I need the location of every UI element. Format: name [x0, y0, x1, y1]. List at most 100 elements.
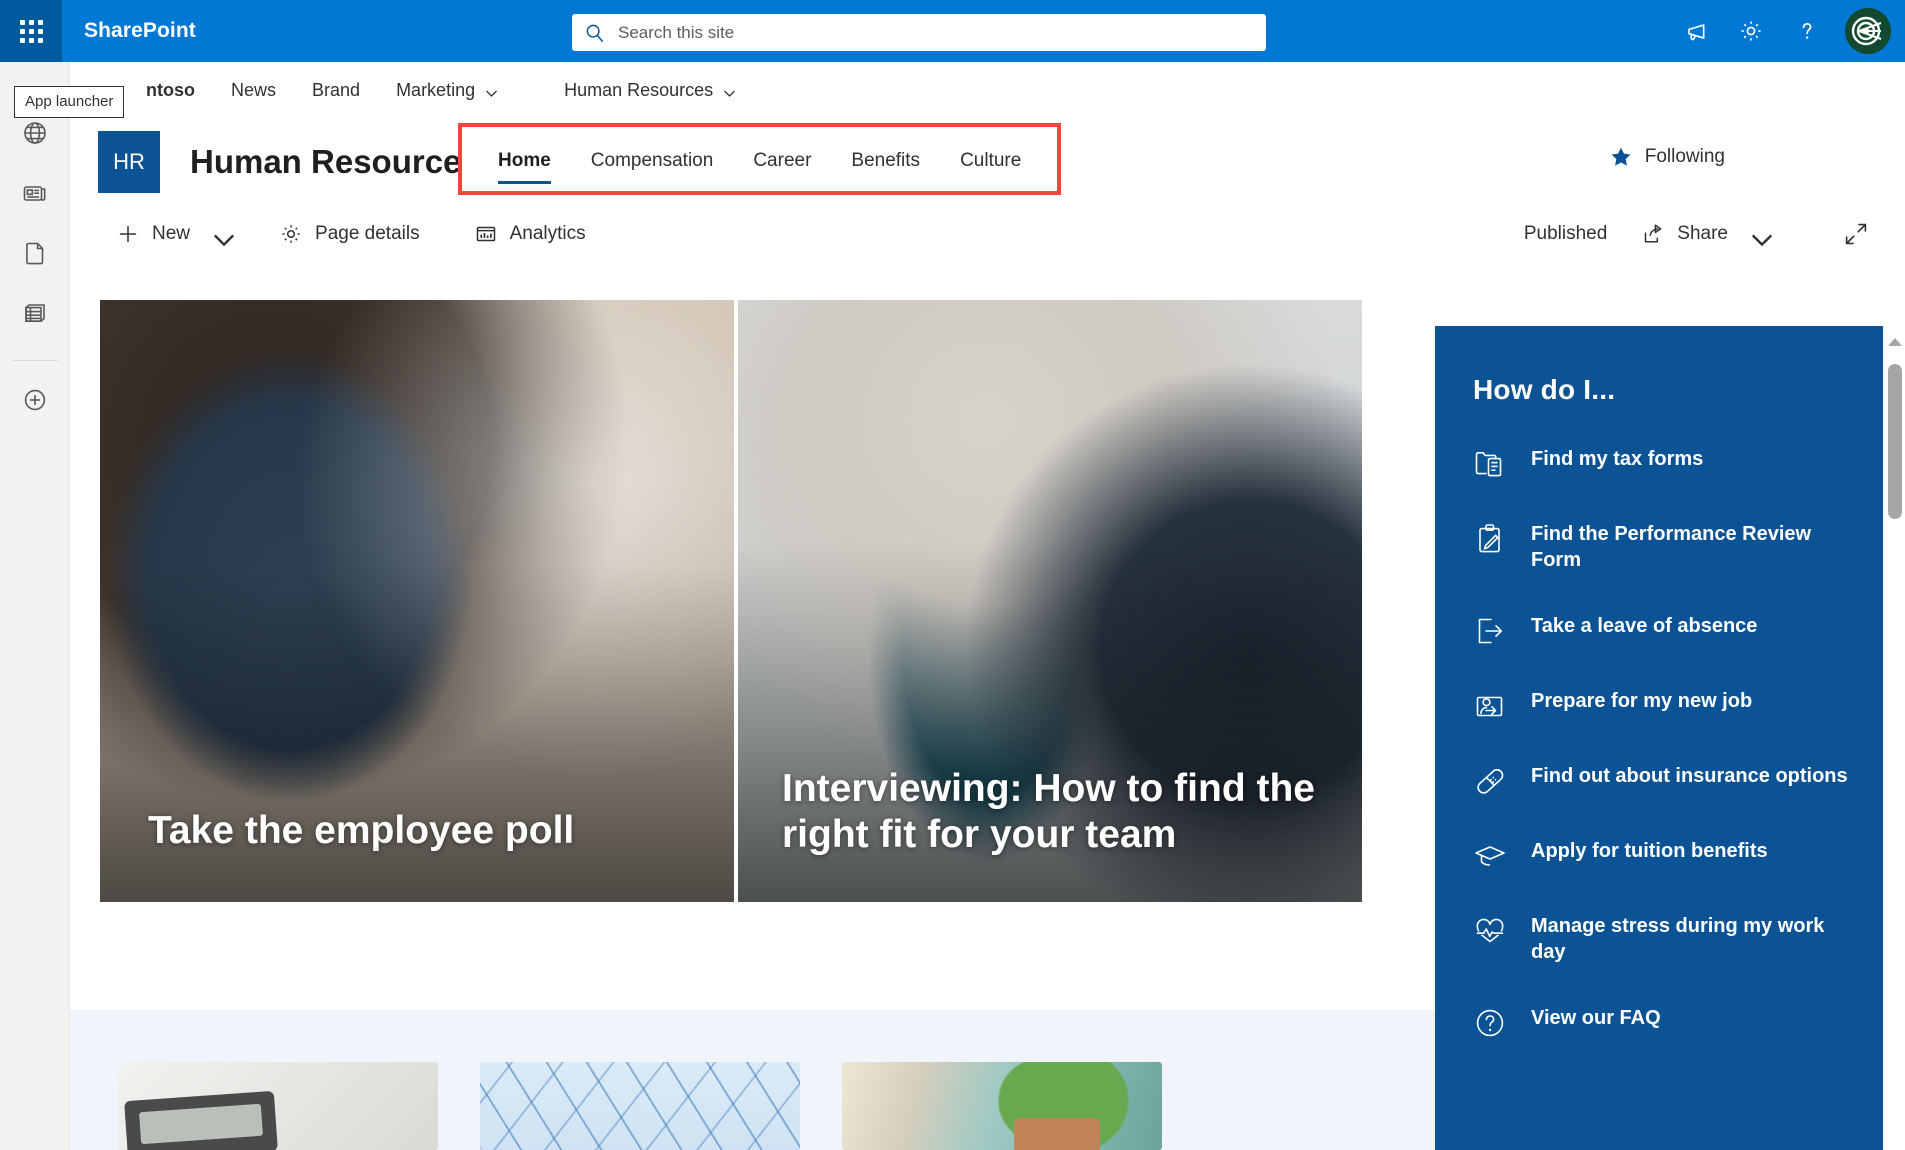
add-icon: [24, 389, 45, 411]
list-item[interactable]: Prepare for my new job: [1473, 688, 1885, 723]
status-badge: Published: [1523, 223, 1608, 244]
sidebar-item-lists[interactable]: [12, 290, 58, 336]
suite-title: SharePoint: [84, 19, 196, 42]
hub-link-label: Brand: [312, 79, 361, 100]
search-box[interactable]: [572, 14, 1266, 51]
scrollbar-thumb[interactable]: [1888, 364, 1902, 519]
card-abstract-lines[interactable]: [480, 1062, 800, 1150]
list-item-label: Apply for tuition benefits: [1531, 840, 1768, 862]
plus-icon: [119, 225, 137, 243]
sidebar-item-documents[interactable]: [12, 230, 58, 276]
tab-label: Career: [753, 150, 812, 171]
hero-tile-interviewing[interactable]: Interviewing: How to find the right fit …: [738, 300, 1362, 902]
search-input[interactable]: [618, 22, 1254, 43]
following-label: Following: [1644, 146, 1725, 167]
app-launcher-button[interactable]: [0, 0, 62, 62]
app-launcher-tooltip: App launcher: [14, 86, 125, 118]
globe-icon: [23, 122, 46, 144]
chevron-down-icon: [723, 84, 736, 97]
waffle-icon: [19, 19, 43, 43]
star-icon: [1611, 147, 1631, 166]
card-heart-plant[interactable]: [842, 1062, 1162, 1150]
list-item-label: Find my tax forms: [1531, 448, 1704, 470]
document-icon: [25, 242, 43, 265]
list-item[interactable]: Manage stress during my work day: [1473, 913, 1885, 965]
tab-benefits[interactable]: Benefits: [831, 146, 940, 172]
bandage-icon: [1473, 764, 1507, 798]
graduation-cap-icon: [1473, 839, 1507, 873]
list-item[interactable]: Find my tax forms: [1473, 446, 1885, 481]
question-icon: [1473, 1006, 1507, 1040]
help-icon[interactable]: [1781, 5, 1833, 57]
tab-culture[interactable]: Culture: [940, 146, 1041, 172]
page-title: Human Resources: [190, 143, 480, 180]
list-item-label: Manage stress during my work day: [1531, 915, 1825, 963]
tab-compensation[interactable]: Compensation: [571, 146, 734, 172]
hero-caption: Interviewing: How to find the right fit …: [782, 766, 1315, 856]
list-item-label: Take a leave of absence: [1531, 615, 1758, 637]
tab-career[interactable]: Career: [733, 146, 831, 172]
hub-link-marketing[interactable]: Marketing: [378, 80, 516, 101]
list-item-label: Find the Performance Review Form: [1531, 523, 1812, 571]
rail-divider: [11, 360, 58, 361]
sign-out-icon: [1473, 614, 1507, 648]
new-button[interactable]: New: [100, 216, 241, 252]
list-item-label: Prepare for my new job: [1531, 690, 1753, 712]
suite-actions: [1669, 0, 1897, 62]
share-button[interactable]: Share: [1625, 216, 1779, 252]
hub-link-news[interactable]: News: [213, 80, 294, 101]
hub-link-label: News: [231, 79, 277, 100]
sidebar-item-create[interactable]: [12, 377, 58, 423]
expand-icon: [1845, 223, 1867, 245]
following-button[interactable]: Following: [1609, 145, 1725, 169]
tab-label: Compensation: [590, 150, 714, 171]
card-calculator[interactable]: [118, 1062, 438, 1150]
gear-icon[interactable]: [1725, 5, 1777, 57]
list-item[interactable]: Find out about insurance options: [1473, 763, 1885, 798]
heart-pulse-icon: [1473, 914, 1507, 948]
list-item[interactable]: Take a leave of absence: [1473, 613, 1885, 648]
chevron-down-icon: [1750, 228, 1773, 246]
hub-link-contoso[interactable]: ntoso: [128, 80, 213, 101]
hub-link-human-resources[interactable]: Human Resources: [546, 80, 754, 101]
avatar[interactable]: [1845, 8, 1891, 54]
tab-label: Home: [498, 150, 551, 171]
hub-link-label: Human Resources: [564, 79, 714, 100]
list-icon: [24, 304, 45, 323]
hero-tile-employee-poll[interactable]: Take the employee poll: [100, 300, 734, 902]
hub-link-label: ntoso: [146, 79, 195, 100]
hub-link-brand[interactable]: Brand: [294, 80, 378, 101]
list-item[interactable]: Apply for tuition benefits: [1473, 838, 1885, 873]
folder-form-icon: [1473, 447, 1507, 481]
hub-link-label: Marketing: [396, 79, 476, 100]
analytics-icon: [476, 226, 495, 242]
hub-navigation: ntoso News Brand Marketing Human Resourc…: [70, 62, 1905, 118]
chevron-down-icon: [212, 228, 235, 246]
full-screen-button[interactable]: [1779, 221, 1887, 247]
clipboard-edit-icon: [1473, 522, 1507, 556]
list-item[interactable]: Find the Performance Review Form: [1473, 521, 1885, 573]
tab-label: Benefits: [851, 150, 921, 171]
site-logo: HR: [98, 131, 160, 193]
share-icon: [1645, 224, 1662, 243]
share-label: Share: [1677, 223, 1728, 244]
hero-caption: Take the employee poll: [148, 808, 575, 852]
onboarding-icon: [1473, 689, 1507, 723]
page-details-button[interactable]: Page details: [263, 216, 436, 252]
scroll-up-button[interactable]: [1887, 338, 1902, 346]
how-do-i-title: How do I...: [1473, 374, 1616, 405]
tab-home[interactable]: Home: [478, 146, 571, 184]
target-logo-icon: [1845, 8, 1891, 54]
sidebar-item-news[interactable]: [12, 170, 58, 216]
search-icon: [584, 22, 606, 44]
left-rail: [0, 62, 70, 1150]
site-navigation-highlight: Home Compensation Career Benefits Cultur…: [458, 123, 1062, 195]
how-do-i-panel: How do I... Find my tax forms Find the P…: [1435, 326, 1885, 1150]
megaphone-icon[interactable]: [1669, 5, 1721, 57]
analytics-button[interactable]: Analytics: [458, 216, 602, 252]
analytics-label: Analytics: [509, 223, 586, 244]
vertical-scrollbar[interactable]: [1883, 326, 1905, 1150]
news-icon: [23, 186, 45, 201]
list-item[interactable]: View our FAQ: [1473, 1005, 1885, 1040]
hero-section: Take the employee poll Interviewing: How…: [100, 300, 1362, 902]
